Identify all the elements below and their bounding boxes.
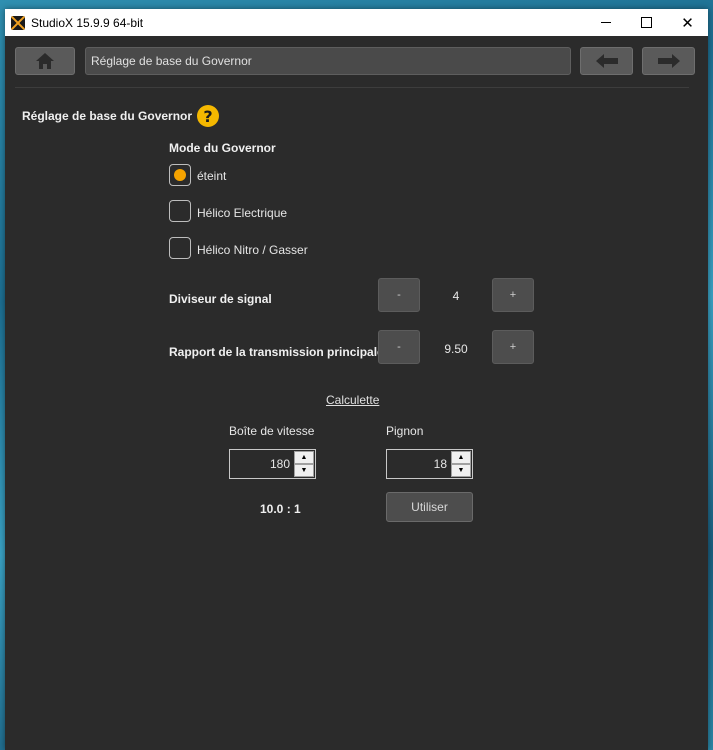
mode-electric-radio[interactable] xyxy=(169,200,191,222)
forward-button[interactable] xyxy=(642,47,695,75)
pinion-label: Pignon xyxy=(386,424,424,438)
studiox-logo-icon xyxy=(11,15,25,30)
calculator-link[interactable]: Calculette xyxy=(326,393,379,407)
window-controls: ✕ xyxy=(585,9,708,36)
selected-dot-icon xyxy=(174,169,186,181)
mode-nitro-label: Hélico Nitro / Gasser xyxy=(197,243,308,257)
back-button[interactable] xyxy=(580,47,633,75)
pinion-down-arrow-icon[interactable]: ▼ xyxy=(451,464,471,477)
title-bar: StudioX 15.9.9 64-bit ✕ xyxy=(5,9,708,36)
arrow-left-icon xyxy=(595,54,618,68)
arrow-right-icon xyxy=(657,54,680,68)
gearbox-label: Boîte de vitesse xyxy=(229,424,315,438)
signal-divider-increment-button[interactable]: + xyxy=(492,278,534,312)
pinion-spinner-arrows: ▲ ▼ xyxy=(451,451,471,477)
section-title: Réglage de base du Governor xyxy=(22,109,193,123)
gearbox-value[interactable]: 180 xyxy=(270,457,290,471)
gear-ratio-decrement-button[interactable]: - xyxy=(378,330,420,364)
close-icon: ✕ xyxy=(681,13,694,32)
minimize-icon xyxy=(600,22,611,23)
breadcrumb: Réglage de base du Governor xyxy=(85,47,571,75)
governor-mode-heading: Mode du Governor xyxy=(169,141,276,155)
close-button[interactable]: ✕ xyxy=(667,9,708,36)
gear-ratio-increment-button[interactable]: + xyxy=(492,330,534,364)
gearbox-up-arrow-icon[interactable]: ▲ xyxy=(294,451,314,464)
main-content: Réglage de base du Governor Réglage de b… xyxy=(5,36,708,750)
pinion-up-arrow-icon[interactable]: ▲ xyxy=(451,451,471,464)
gearbox-spinner-arrows: ▲ ▼ xyxy=(294,451,314,477)
window-title: StudioX 15.9.9 64-bit xyxy=(31,15,144,30)
app-window: StudioX 15.9.9 64-bit ✕ Réglage de base … xyxy=(5,9,708,750)
home-icon xyxy=(36,53,54,69)
main-gear-ratio-label: Rapport de la transmission principale xyxy=(169,345,384,359)
gearbox-spinner[interactable]: 180 ▲ ▼ xyxy=(229,449,316,479)
maximize-icon xyxy=(641,17,652,28)
minimize-button[interactable] xyxy=(585,9,626,36)
mode-nitro-radio[interactable] xyxy=(169,237,191,259)
mode-off-radio[interactable] xyxy=(169,164,191,186)
signal-divider-value: 4 xyxy=(452,289,460,303)
divider xyxy=(15,87,689,88)
gearbox-down-arrow-icon[interactable]: ▼ xyxy=(294,464,314,477)
use-button[interactable]: Utiliser xyxy=(386,492,473,522)
signal-divider-label: Diviseur de signal xyxy=(169,292,272,306)
home-button[interactable] xyxy=(15,47,75,75)
calculated-ratio: 10.0 : 1 xyxy=(260,502,301,516)
maximize-button[interactable] xyxy=(626,9,667,36)
help-icon[interactable]: ? xyxy=(197,105,219,127)
pinion-value[interactable]: 18 xyxy=(434,457,447,471)
signal-divider-decrement-button[interactable]: - xyxy=(378,278,420,312)
mode-off-label: éteint xyxy=(197,169,227,183)
gear-ratio-value: 9.50 xyxy=(444,342,468,356)
mode-electric-label: Hélico Electrique xyxy=(197,206,288,220)
pinion-spinner[interactable]: 18 ▲ ▼ xyxy=(386,449,473,479)
